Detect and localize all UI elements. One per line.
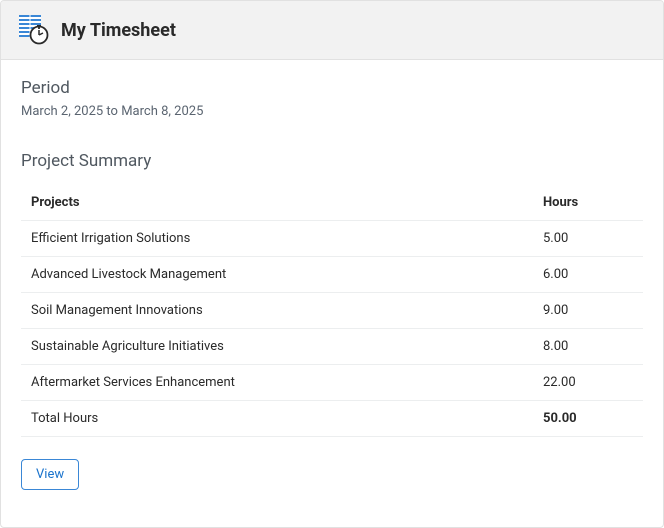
- project-name-cell: Sustainable Agriculture Initiatives: [21, 329, 533, 365]
- view-button[interactable]: View: [21, 459, 79, 490]
- project-hours-cell: 6.00: [533, 257, 643, 293]
- table-row: Sustainable Agriculture Initiatives8.00: [21, 329, 643, 365]
- total-hours-cell: 50.00: [533, 401, 643, 437]
- timesheet-icon: [19, 15, 49, 45]
- table-header-row: Projects Hours: [21, 185, 643, 221]
- period-label: Period: [21, 78, 643, 98]
- project-hours-cell: 8.00: [533, 329, 643, 365]
- total-label-cell: Total Hours: [21, 401, 533, 437]
- project-name-cell: Aftermarket Services Enhancement: [21, 365, 533, 401]
- period-text: March 2, 2025 to March 8, 2025: [21, 104, 643, 119]
- project-hours-cell: 5.00: [533, 221, 643, 257]
- actions-row: View: [21, 459, 643, 490]
- table-row: Efficient Irrigation Solutions5.00: [21, 221, 643, 257]
- project-hours-cell: 9.00: [533, 293, 643, 329]
- timesheet-card: My Timesheet Period March 2, 2025 to Mar…: [0, 0, 664, 528]
- summary-title: Project Summary: [21, 151, 643, 171]
- col-header-hours: Hours: [533, 185, 643, 221]
- col-header-projects: Projects: [21, 185, 533, 221]
- table-row: Soil Management Innovations9.00: [21, 293, 643, 329]
- table-row: Aftermarket Services Enhancement22.00: [21, 365, 643, 401]
- table-row: Advanced Livestock Management6.00: [21, 257, 643, 293]
- project-name-cell: Efficient Irrigation Solutions: [21, 221, 533, 257]
- card-title: My Timesheet: [61, 20, 176, 41]
- project-summary-table: Projects Hours Efficient Irrigation Solu…: [21, 185, 643, 437]
- card-header: My Timesheet: [1, 1, 663, 60]
- project-name-cell: Soil Management Innovations: [21, 293, 533, 329]
- card-body: Period March 2, 2025 to March 8, 2025 Pr…: [1, 60, 663, 508]
- project-hours-cell: 22.00: [533, 365, 643, 401]
- project-name-cell: Advanced Livestock Management: [21, 257, 533, 293]
- total-row: Total Hours50.00: [21, 401, 643, 437]
